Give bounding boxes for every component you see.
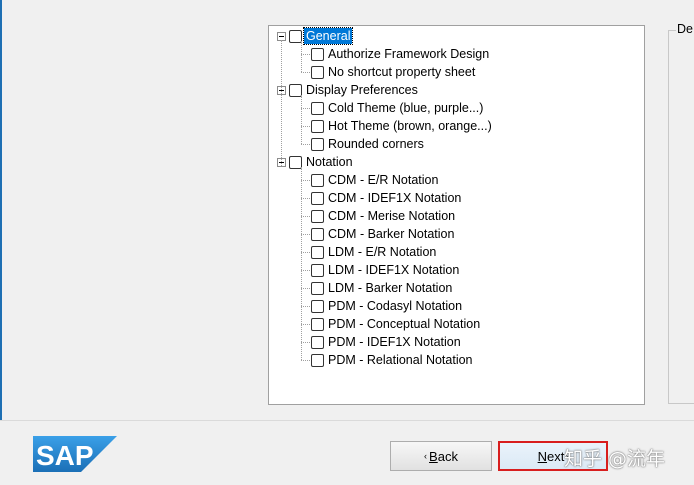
tree-item[interactable]: Rounded corners [311, 135, 426, 153]
sap-logo: SAP [33, 436, 117, 472]
checkbox[interactable] [311, 119, 324, 133]
checkbox[interactable] [311, 227, 324, 241]
tree-group-label[interactable]: Display Preferences [304, 82, 420, 98]
tree-connector [301, 95, 302, 144]
tree-connector [301, 252, 310, 253]
tree-item[interactable]: CDM - Barker Notation [311, 225, 456, 243]
tree-item-label[interactable]: Authorize Framework Design [326, 46, 491, 62]
options-tree[interactable]: General Authorize Framework Design No shor… [269, 26, 644, 404]
tree-item-label[interactable]: PDM - Codasyl Notation [326, 298, 464, 314]
tree-item-label[interactable]: Hot Theme (brown, orange...) [326, 118, 494, 134]
watermark: 知乎 @流年 [564, 448, 666, 470]
tree-connector [301, 360, 310, 361]
tree-item[interactable]: PDM - Codasyl Notation [311, 297, 464, 315]
checkbox[interactable] [311, 173, 324, 187]
tree-group-label[interactable]: Notation [304, 154, 355, 170]
tree-connector [301, 234, 310, 235]
tree-connector [301, 167, 302, 360]
tree-connector [301, 342, 310, 343]
window-edge [0, 0, 2, 485]
tree-connector [301, 72, 310, 73]
checkbox[interactable] [311, 335, 324, 349]
tree-item-label[interactable]: PDM - Conceptual Notation [326, 316, 482, 332]
tree-group-0[interactable]: General [277, 27, 354, 45]
tree-item-label[interactable]: CDM - Merise Notation [326, 208, 457, 224]
tree-item-label[interactable]: Rounded corners [326, 136, 426, 152]
sap-logo-text: SAP [36, 440, 94, 471]
next-button-mnemonic: N [537, 448, 548, 464]
tree-connector [301, 324, 310, 325]
checkbox[interactable] [311, 209, 324, 223]
tree-item-label[interactable]: CDM - Barker Notation [326, 226, 456, 242]
checkbox[interactable] [311, 263, 324, 277]
tree-item[interactable]: LDM - IDEF1X Notation [311, 261, 461, 279]
tree-connector [301, 198, 310, 199]
tree-item-label[interactable]: PDM - IDEF1X Notation [326, 334, 463, 350]
checkbox[interactable] [311, 245, 324, 259]
back-arrow-icon: ‹ [424, 451, 428, 461]
description-groupbox [668, 30, 694, 404]
tree-item-label[interactable]: Cold Theme (blue, purple...) [326, 100, 485, 116]
checkbox[interactable] [311, 317, 324, 331]
tree-connector [301, 270, 310, 271]
tree-item[interactable]: CDM - IDEF1X Notation [311, 189, 463, 207]
tree-connector [301, 144, 310, 145]
tree-item-label[interactable]: LDM - E/R Notation [326, 244, 438, 260]
tree-item-label[interactable]: CDM - IDEF1X Notation [326, 190, 463, 206]
back-button-mnemonic: B [429, 448, 438, 464]
tree-connector [301, 180, 310, 181]
checkbox[interactable] [311, 137, 324, 151]
tree-item[interactable]: CDM - Merise Notation [311, 207, 457, 225]
tree-connector [281, 40, 282, 166]
checkbox[interactable] [311, 65, 324, 79]
tree-item-label[interactable]: CDM - E/R Notation [326, 172, 440, 188]
description-legend: De [676, 22, 694, 36]
checkbox[interactable] [311, 299, 324, 313]
checkbox[interactable] [311, 47, 324, 61]
tree-connector [301, 216, 310, 217]
tree-group-2[interactable]: Notation [277, 153, 355, 171]
tree-item-label[interactable]: LDM - Barker Notation [326, 280, 454, 296]
tree-group-label[interactable]: General [302, 27, 354, 45]
tree-item[interactable]: PDM - Relational Notation [311, 351, 475, 369]
next-button-label: ext [547, 448, 565, 464]
tree-connector [301, 41, 302, 72]
checkbox[interactable] [311, 281, 324, 295]
back-button[interactable]: ‹ Back [390, 441, 492, 471]
tree-item[interactable]: CDM - E/R Notation [311, 171, 440, 189]
tree-group-1[interactable]: Display Preferences [277, 81, 420, 99]
tree-item[interactable]: LDM - E/R Notation [311, 243, 438, 261]
tree-connector [301, 126, 310, 127]
tree-item[interactable]: Hot Theme (brown, orange...) [311, 117, 494, 135]
tree-item[interactable]: PDM - IDEF1X Notation [311, 333, 463, 351]
tree-item-label[interactable]: LDM - IDEF1X Notation [326, 262, 461, 278]
tree-item[interactable]: No shortcut property sheet [311, 63, 477, 81]
tree-connector [301, 288, 310, 289]
tree-connector [301, 54, 310, 55]
back-button-label: ack [437, 448, 458, 464]
tree-item[interactable]: PDM - Conceptual Notation [311, 315, 482, 333]
tree-connector [301, 108, 310, 109]
tree-item-label[interactable]: PDM - Relational Notation [326, 352, 475, 368]
tree-item-label[interactable]: No shortcut property sheet [326, 64, 477, 80]
options-tree-panel[interactable]: General Authorize Framework Design No shor… [268, 25, 645, 405]
tree-item[interactable]: LDM - Barker Notation [311, 279, 454, 297]
tree-connector [301, 306, 310, 307]
tree-item[interactable]: Cold Theme (blue, purple...) [311, 99, 485, 117]
checkbox[interactable] [311, 353, 324, 367]
checkbox[interactable] [311, 101, 324, 115]
checkbox[interactable] [311, 191, 324, 205]
tree-item[interactable]: Authorize Framework Design [311, 45, 491, 63]
